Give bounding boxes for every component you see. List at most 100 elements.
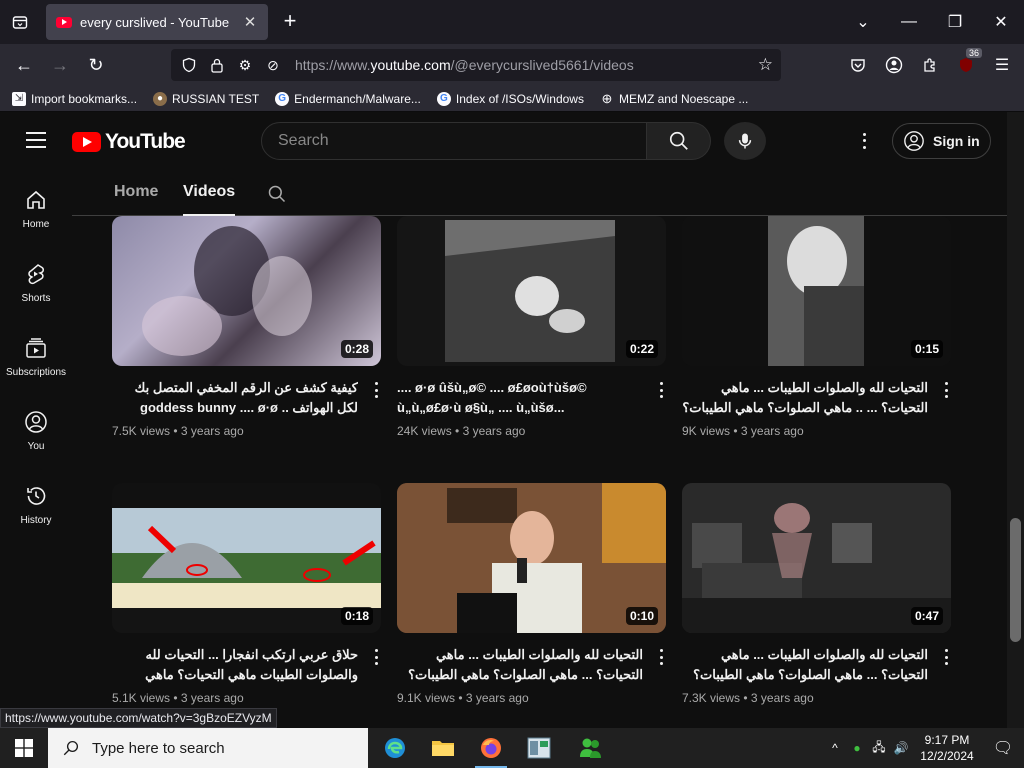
video-action-menu-icon[interactable] — [658, 649, 664, 665]
video-thumbnail[interactable]: 0:28 — [112, 216, 381, 366]
video-title[interactable]: حلاق عربي ارتكب انفجارا ... التحيات لله … — [112, 645, 358, 685]
video-title[interactable]: التحيات لله والصلوات الطيبات ... ماهي ال… — [682, 645, 928, 685]
video-metadata: 9K views • 3 years ago — [682, 424, 804, 438]
upload-age: 3 years ago — [180, 691, 244, 705]
guide-item-you[interactable]: You — [0, 410, 72, 452]
app-window-icon — [527, 737, 551, 759]
video-card[interactable]: 0:18 حلاق عربي ارتكب انفجارا ... التحيات… — [112, 483, 381, 705]
bookmark-russian-test[interactable]: ● RUSSIAN TEST — [153, 91, 260, 106]
link-status-panel: https://www.youtube.com/watch?v=3gBzoEZV… — [0, 708, 277, 728]
video-thumbnail[interactable]: 0:22 — [397, 216, 666, 366]
tab-overflow-chevron-icon[interactable]: ⌄ — [840, 12, 886, 32]
taskbar-app-window[interactable] — [515, 728, 563, 768]
app-menu-icon[interactable]: ☰ — [990, 53, 1014, 77]
ublock-extension-icon[interactable]: 36 — [954, 48, 982, 77]
bookmark-isos[interactable]: G Index of /ISOs/Windows — [436, 91, 584, 106]
new-tab-button[interactable]: + — [280, 10, 300, 34]
bookmark-endermanch[interactable]: G Endermanch/Malware... — [275, 91, 421, 106]
taskbar-messenger[interactable] — [567, 728, 615, 768]
search-input[interactable]: Search — [261, 122, 647, 160]
video-action-menu-icon[interactable] — [658, 382, 664, 398]
guide-item-home[interactable]: Home — [0, 188, 72, 230]
guide-menu-icon[interactable] — [26, 132, 46, 148]
extensions-icon[interactable] — [918, 53, 942, 77]
volume-icon[interactable]: 🔊 — [890, 741, 912, 755]
start-button[interactable] — [0, 728, 48, 768]
video-card[interactable]: 0:47 التحيات لله والصلوات الطيبات ... ما… — [682, 483, 951, 705]
video-action-menu-icon[interactable] — [943, 649, 949, 665]
forward-button[interactable]: → — [48, 53, 72, 77]
edge-icon — [385, 738, 405, 758]
settings-more-icon[interactable] — [856, 131, 872, 151]
video-card[interactable]: 0:28 كيفية كشف عن الرقم المخفي المتصل بك… — [112, 216, 381, 438]
view-count: 7.3K views — [682, 691, 741, 705]
sign-in-label: Sign in — [933, 133, 980, 149]
search-button[interactable] — [647, 122, 711, 160]
search-icon — [63, 740, 79, 756]
voice-search-button[interactable] — [724, 122, 766, 160]
video-card[interactable]: 0:15 التحيات لله والصلوات الطيبات ... ما… — [682, 216, 951, 438]
tray-messenger-icon[interactable]: ● — [846, 741, 868, 755]
pocket-icon[interactable] — [846, 53, 870, 77]
close-tab-icon[interactable]: ✕ — [242, 13, 258, 31]
bookmark-memz[interactable]: ⊕ MEMZ and Noescape ... — [600, 90, 749, 106]
sign-in-button[interactable]: Sign in — [892, 123, 991, 159]
youtube-logo[interactable]: YouTube — [72, 130, 186, 154]
search-icon — [669, 131, 688, 150]
address-bar[interactable]: ⚙ ⊘ https://www.youtube.com/@everycursli… — [171, 49, 781, 81]
search-box: Search — [261, 122, 711, 160]
video-action-menu-icon[interactable] — [943, 382, 949, 398]
list-all-tabs-button[interactable] — [8, 10, 32, 34]
tab-videos[interactable]: Videos — [183, 183, 235, 201]
video-title[interactable]: كيفية كشف عن الرقم المخفي المتصل بك لكل … — [112, 378, 358, 418]
tab-title: every curslived - YouTube — [80, 14, 230, 30]
video-metadata: 7.3K views • 3 years ago — [682, 691, 814, 705]
maximize-button[interactable]: ❐ — [932, 12, 978, 32]
guide-item-history[interactable]: History — [0, 484, 72, 526]
video-thumbnail[interactable]: 0:47 — [682, 483, 951, 633]
taskbar-edge[interactable] — [371, 728, 419, 768]
lock-icon[interactable] — [207, 55, 227, 75]
site-icon: ● — [153, 91, 168, 106]
bookmark-label: RUSSIAN TEST — [172, 91, 260, 106]
taskbar-search-placeholder: Type here to search — [92, 739, 225, 757]
channel-search-button[interactable] — [267, 184, 287, 209]
video-action-menu-icon[interactable] — [373, 382, 379, 398]
video-title[interactable]: التحيات لله والصلوات الطيبات ... ماهي ال… — [397, 645, 643, 685]
tab-youtube[interactable]: every curslived - YouTube ✕ — [46, 4, 268, 40]
reload-button[interactable]: ↻ — [84, 53, 108, 77]
video-card[interactable]: 0:10 التحيات لله والصلوات الطيبات ... ما… — [397, 483, 666, 705]
page-scrollbar-thumb[interactable] — [1010, 518, 1021, 642]
search-icon — [268, 185, 286, 203]
back-button[interactable]: ← — [12, 53, 36, 77]
upload-age: 3 years ago — [750, 691, 814, 705]
network-icon[interactable]: 🖧 — [868, 738, 890, 759]
autoplay-blocked-icon[interactable]: ⊘ — [263, 55, 283, 75]
guide-item-subscriptions[interactable]: Subscriptions — [0, 336, 72, 378]
video-card[interactable]: 0:22 .... ø·ø ûšù„ø© .... ø£øoù†ùšø© ù„ù… — [397, 216, 666, 438]
taskbar-clock[interactable]: 9:17 PM 12/2/2024 — [912, 732, 982, 764]
video-title[interactable]: .... ø·ø ûšù„ø© .... ø£øoù†ùšø© ù„ù„ø£ø·… — [397, 378, 643, 418]
guide-item-shorts[interactable]: Shorts — [0, 262, 72, 304]
video-metadata: 7.5K views • 3 years ago — [112, 424, 244, 438]
video-title[interactable]: التحيات لله والصلوات الطيبات ... ماهي ال… — [682, 378, 928, 418]
video-thumbnail[interactable]: 0:18 — [112, 483, 381, 633]
bookmark-star-icon[interactable]: ☆ — [758, 55, 773, 75]
taskbar-firefox[interactable] — [467, 728, 515, 768]
tab-home[interactable]: Home — [114, 183, 158, 201]
globe-icon: ⊕ — [601, 90, 613, 106]
taskbar-search-box[interactable]: Type here to search — [48, 728, 368, 768]
notifications-icon[interactable]: 🗨 — [982, 738, 1024, 758]
account-icon[interactable] — [882, 53, 906, 77]
taskbar-file-explorer[interactable] — [419, 728, 467, 768]
bookmark-import[interactable]: ⇲ Import bookmarks... — [12, 91, 137, 106]
minimize-button[interactable]: — — [886, 13, 932, 31]
tracking-protection-shield-icon[interactable] — [179, 55, 199, 75]
video-thumbnail[interactable]: 0:10 — [397, 483, 666, 633]
close-window-button[interactable]: ✕ — [978, 12, 1024, 32]
show-hidden-icons-chevron-icon[interactable]: ^ — [824, 741, 846, 755]
video-thumbnail[interactable]: 0:15 — [682, 216, 951, 366]
permissions-icon[interactable]: ⚙ — [235, 55, 255, 75]
video-action-menu-icon[interactable] — [373, 649, 379, 665]
url-text[interactable]: https://www.youtube.com/@everycurslived5… — [295, 57, 758, 73]
